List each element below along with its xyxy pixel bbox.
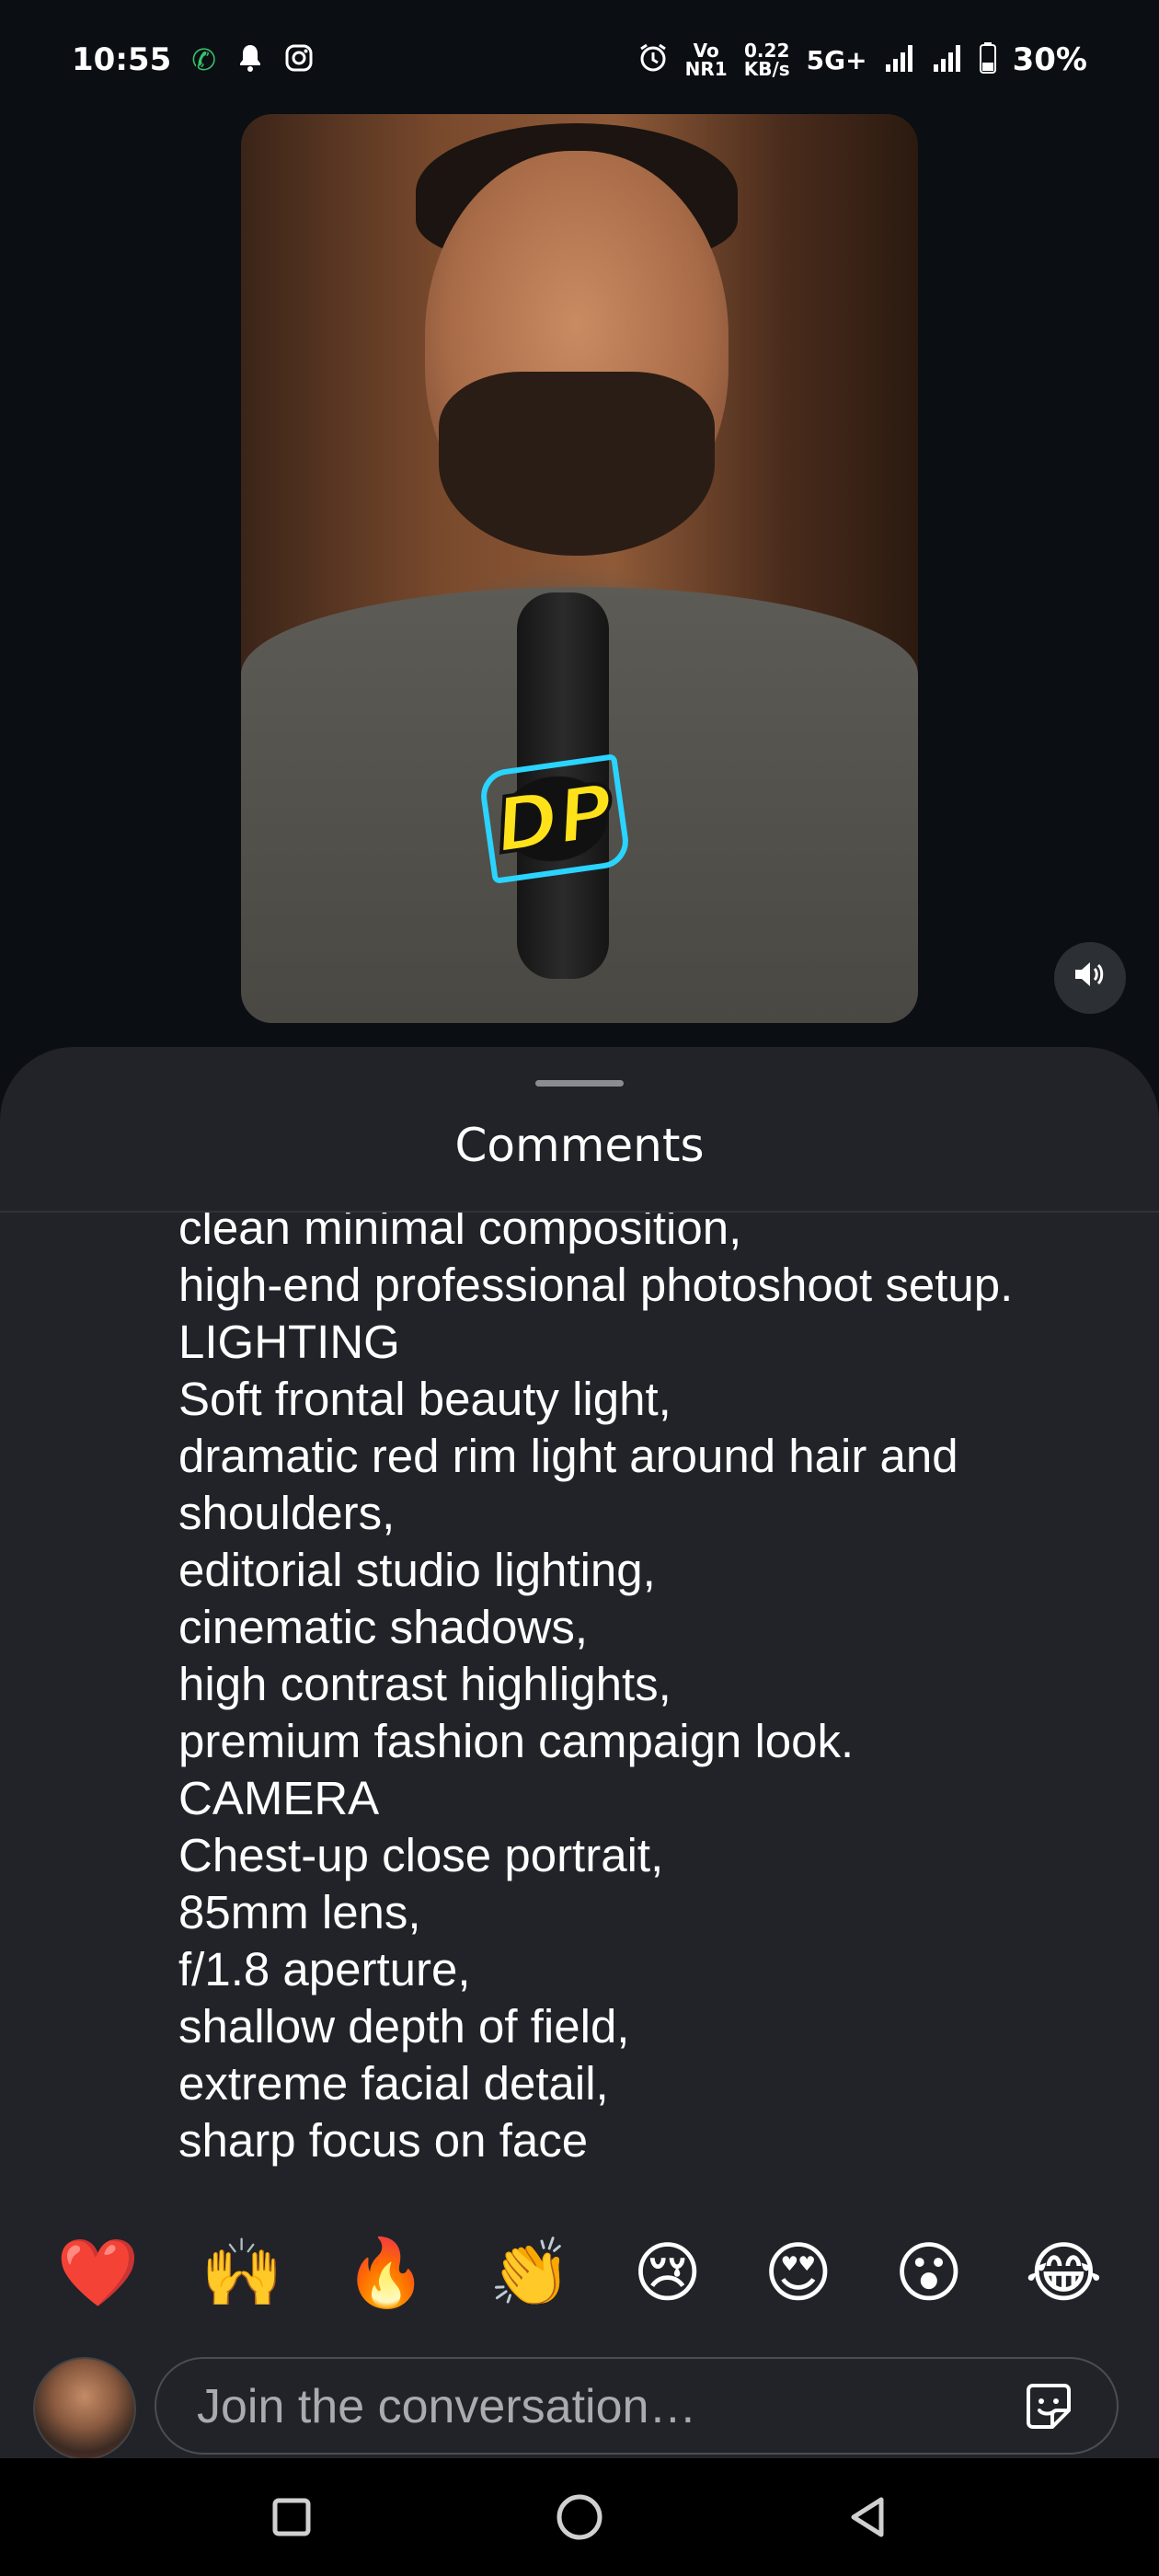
reel-video[interactable]: DP (241, 114, 918, 1023)
reaction-crying[interactable]: 😢 (633, 2239, 702, 2306)
status-right: Vo NR1 0.22 KB/s 5G+ 30% (637, 41, 1087, 78)
volume-icon (1073, 960, 1107, 997)
volte-bottom: NR1 (684, 58, 728, 80)
reaction-heart-eyes[interactable]: 😍 (763, 2239, 832, 2306)
comment-input-container[interactable] (155, 2357, 1119, 2455)
reaction-raised-hands[interactable]: 🙌 (201, 2239, 283, 2306)
speed-value: 0.22 (744, 40, 790, 62)
compose-row (0, 2344, 1159, 2460)
status-left: 10:55 ✆ (72, 41, 314, 78)
status-time: 10:55 (72, 41, 172, 78)
reaction-heart[interactable]: ❤️ (57, 2239, 140, 2306)
comment-text: clean minimal composition, high-end prof… (178, 1213, 1014, 2167)
battery-percent: 30% (1012, 41, 1087, 78)
speed-unit: KB/s (743, 58, 790, 80)
comment-input[interactable] (195, 2359, 1008, 2455)
comment-list[interactable]: clean minimal composition, high-end prof… (178, 1213, 1117, 2337)
network-type: 5G+ (806, 44, 867, 75)
sticker-icon[interactable] (1019, 2377, 1078, 2436)
quick-reactions: ❤️ 🙌 🔥 👏 😢 😍 😮 😂 (0, 2217, 1159, 2328)
reaction-fire[interactable]: 🔥 (345, 2239, 428, 2306)
navigation-bar (0, 2458, 1159, 2576)
reaction-surprised[interactable]: 😮 (894, 2239, 963, 2306)
notification-bell-icon (236, 43, 264, 77)
reaction-clap[interactable]: 👏 (488, 2239, 571, 2306)
signal-icon (884, 42, 915, 78)
dp-logo: DP (477, 753, 632, 884)
home-icon[interactable] (552, 2490, 607, 2545)
signal-icon (932, 42, 963, 78)
battery-icon (979, 41, 996, 78)
data-speed: 0.22 KB/s (744, 41, 790, 78)
instagram-icon (284, 43, 314, 77)
sheet-title: Comments (454, 1119, 705, 1172)
video-person-beard (439, 372, 715, 556)
comments-sheet: Comments clean minimal composition, high… (0, 1047, 1159, 2460)
back-icon[interactable] (840, 2490, 895, 2545)
volte-indicator: Vo NR1 (685, 41, 728, 78)
avatar (33, 2357, 136, 2460)
volume-button[interactable] (1054, 942, 1126, 1014)
recents-icon[interactable] (264, 2490, 319, 2545)
reaction-laughing[interactable]: 😂 (1025, 2239, 1102, 2306)
status-bar: 10:55 ✆ Vo NR1 0.22 KB/s 5G+ 30% (0, 0, 1159, 120)
sheet-drag-handle[interactable] (535, 1080, 624, 1087)
alarm-icon (637, 42, 669, 78)
volte-top: Vo (693, 40, 719, 62)
call-icon: ✆ (191, 42, 217, 77)
